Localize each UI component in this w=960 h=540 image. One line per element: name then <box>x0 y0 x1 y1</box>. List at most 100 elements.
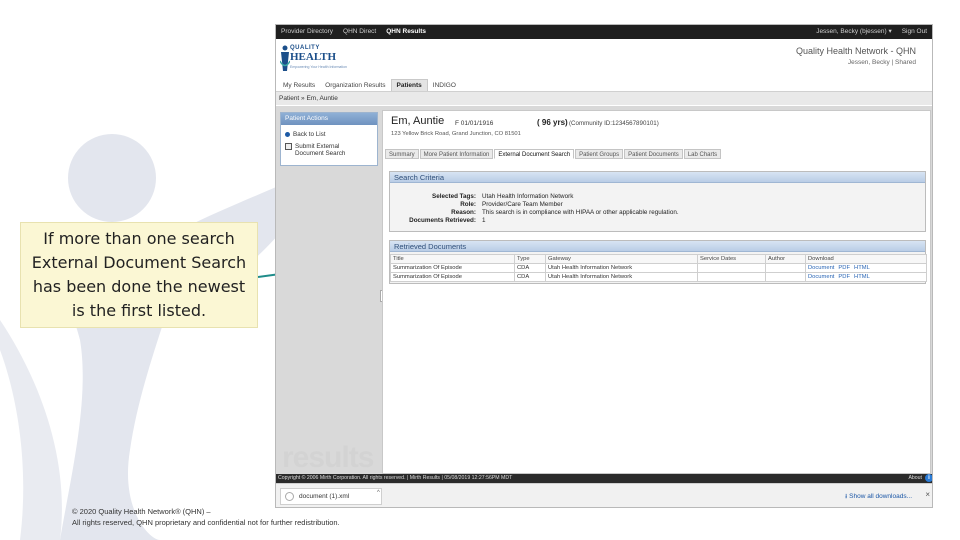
copyright-notice: © 2020 Quality Health Network® (QHN) – A… <box>72 506 340 528</box>
bullet-icon <box>285 132 290 137</box>
patient-tabs: Summary More Patient Information Externa… <box>385 149 722 159</box>
network-title: Quality Health Network - QHN <box>795 46 916 56</box>
patient-content: Em, Auntie F 01/01/1916 ( 96 yrs) (Commu… <box>382 110 931 474</box>
logo-figure-icon <box>280 45 290 71</box>
download-bar: document (1).xml ^ ⭳ Show all downloads.… <box>276 483 932 507</box>
file-icon <box>285 492 294 501</box>
left-column: Patient Actions Back to List Submit Exte… <box>276 106 380 474</box>
nav-qhn-results[interactable]: QHN Results <box>381 25 431 39</box>
user-line: Jessen, Becky | Shared <box>847 59 916 66</box>
logo-main-text: HEALTH <box>290 51 337 63</box>
top-nav: Provider Directory QHN Direct QHN Result… <box>276 25 932 39</box>
col-download[interactable]: Download <box>805 254 927 264</box>
col-service-dates[interactable]: Service Dates <box>697 254 766 264</box>
search-criteria-title: Search Criteria <box>390 172 925 183</box>
app-header: QUALITY HEALTH Empowering Your Health In… <box>276 39 932 77</box>
cell-title: Summarization Of Episode <box>390 263 515 273</box>
patient-name: Em, Auntie <box>391 115 445 127</box>
cell-service-dates <box>697 272 766 282</box>
breadcrumb[interactable]: Patient » Em, Auntie <box>276 91 932 105</box>
download-pdf-link[interactable]: PDF <box>838 265 850 271</box>
main-area: Patient Actions Back to List Submit Exte… <box>276 106 932 474</box>
instruction-callout: If more than one search External Documen… <box>20 222 258 328</box>
callout-text: If more than one search External Documen… <box>31 229 247 320</box>
submit-search-label-2: Document Search <box>295 150 346 157</box>
info-icon[interactable]: i <box>925 474 932 482</box>
footer-copyright: Copyright © 2006 Mirth Corporation. All … <box>278 475 513 481</box>
col-author[interactable]: Author <box>765 254 806 264</box>
download-document-link[interactable]: Document <box>808 265 834 271</box>
criteria-key: Role: <box>460 201 476 208</box>
submit-search-label-1: Submit External <box>295 143 340 150</box>
tab-indigo[interactable]: INDIGO <box>428 80 461 91</box>
logo-tagline: Empowering Your Health Information <box>290 65 348 69</box>
user-menu[interactable]: Jessen, Becky (bjessen) ▾ <box>811 25 897 39</box>
back-to-list-label: Back to List <box>293 131 326 138</box>
cell-title: Summarization Of Episode <box>390 272 515 282</box>
cell-author <box>765 272 806 282</box>
retrieved-documents-table: Title Type Gateway Service Dates Author … <box>390 254 927 282</box>
retrieved-documents-panel: Retrieved Documents Title Type Gateway S… <box>389 240 927 284</box>
back-to-list-link[interactable]: Back to List <box>285 131 326 138</box>
search-criteria-panel: Search Criteria Selected Tags: Utah Heal… <box>389 171 926 232</box>
download-pdf-link[interactable]: PDF <box>838 274 850 280</box>
patient-actions-panel: Patient Actions Back to List Submit Exte… <box>280 112 378 166</box>
tab-patient-groups[interactable]: Patient Groups <box>575 149 624 159</box>
cell-type: CDA <box>514 263 546 273</box>
tab-patient-documents[interactable]: Patient Documents <box>624 149 683 159</box>
patient-sex-dob: F 01/01/1916 <box>455 120 494 127</box>
download-filename: document (1).xml <box>299 493 350 500</box>
table-header-row: Title Type Gateway Service Dates Author … <box>390 254 927 264</box>
tab-my-results[interactable]: My Results <box>278 80 320 91</box>
tab-patients[interactable]: Patients <box>390 79 428 91</box>
show-all-downloads-label: Show all downloads... <box>849 493 912 500</box>
document-icon <box>285 143 292 150</box>
tab-more-patient-info[interactable]: More Patient Information <box>419 149 494 159</box>
cell-download: Document PDF HTML <box>805 272 927 282</box>
criteria-value: Utah Health Information Network <box>482 193 574 200</box>
close-icon[interactable]: × <box>925 490 930 499</box>
browser-screenshot: Provider Directory QHN Direct QHN Result… <box>275 24 933 508</box>
chevron-up-icon[interactable]: ^ <box>377 490 380 496</box>
retrieved-documents-title: Retrieved Documents <box>390 241 925 252</box>
submit-external-search-link[interactable]: Submit External Document Search <box>285 143 345 157</box>
slide: If more than one search External Documen… <box>0 0 960 540</box>
download-html-link[interactable]: HTML <box>854 265 870 271</box>
app-footer: Copyright © 2006 Mirth Corporation. All … <box>276 474 932 483</box>
main-tabs: My Results Organization Results Patients… <box>276 77 932 91</box>
criteria-value: This search is in compliance with HIPAA … <box>482 209 679 216</box>
col-type[interactable]: Type <box>514 254 546 264</box>
download-html-link[interactable]: HTML <box>854 274 870 280</box>
table-row: Summarization Of Episode CDA Utah Health… <box>390 272 927 282</box>
download-document-link[interactable]: Document <box>808 274 834 280</box>
table-row: Summarization Of Episode CDA Utah Health… <box>390 263 927 273</box>
criteria-key: Selected Tags: <box>432 193 476 200</box>
criteria-value: Provider/Care Team Member <box>482 201 563 208</box>
cell-download: Document PDF HTML <box>805 263 927 273</box>
cell-author <box>765 263 806 273</box>
tab-organization-results[interactable]: Organization Results <box>320 80 390 91</box>
nav-provider-directory[interactable]: Provider Directory <box>276 25 338 39</box>
patient-address: 123 Yellow Brick Road, Grand Junction, C… <box>391 131 521 137</box>
patient-age: ( 96 yrs) <box>537 118 568 127</box>
nav-qhn-direct[interactable]: QHN Direct <box>338 25 381 39</box>
tab-lab-charts[interactable]: Lab Charts <box>683 149 722 159</box>
criteria-key: Reason: <box>451 209 476 216</box>
tab-summary[interactable]: Summary <box>385 149 419 159</box>
cell-service-dates <box>697 263 766 273</box>
about-link[interactable]: About <box>908 474 922 483</box>
results-watermark: results <box>282 441 374 474</box>
cell-gateway: Utah Health Information Network <box>545 263 698 273</box>
sign-out-link[interactable]: Sign Out <box>897 25 932 39</box>
col-gateway[interactable]: Gateway <box>545 254 698 264</box>
copyright-line-2: All rights reserved, QHN proprietary and… <box>72 518 340 527</box>
criteria-key: Documents Retrieved: <box>409 217 476 224</box>
col-title[interactable]: Title <box>390 254 515 264</box>
tab-external-document-search[interactable]: External Document Search <box>494 149 575 159</box>
criteria-value: 1 <box>482 217 486 224</box>
show-all-downloads-link[interactable]: ⭳ Show all downloads... <box>845 492 912 503</box>
qhn-logo[interactable]: QUALITY HEALTH Empowering Your Health In… <box>280 43 350 75</box>
download-item[interactable]: document (1).xml <box>280 488 382 505</box>
cell-type: CDA <box>514 272 546 282</box>
patient-community-id: (Community ID:1234567890101) <box>569 120 659 127</box>
